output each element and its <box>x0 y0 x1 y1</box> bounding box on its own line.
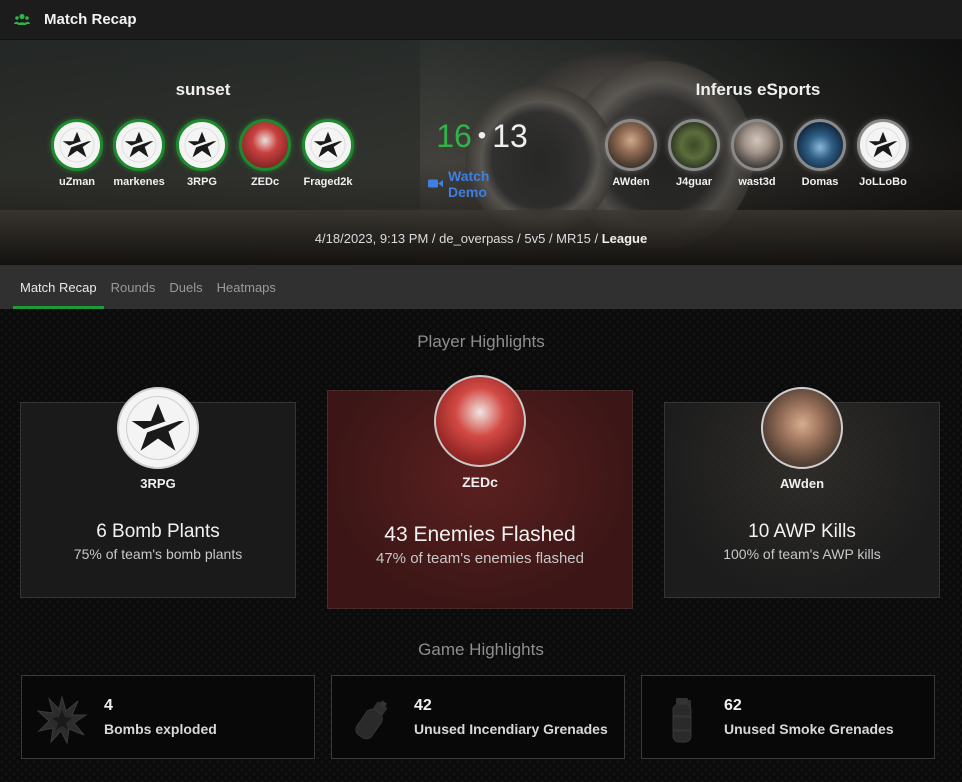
watch-demo-label: Watch Demo <box>448 168 490 200</box>
score-left: 16 <box>436 118 472 154</box>
tab-bar: Match Recap Rounds Duels Heatmaps <box>0 265 962 309</box>
game-highlight-smoke-grenades: 62 Unused Smoke Grenades <box>641 675 935 759</box>
highlight-stat: 6 Bomb Plants <box>96 521 220 542</box>
users-icon <box>14 12 30 28</box>
player-card[interactable]: ZEDc <box>234 119 296 188</box>
team-right-name[interactable]: Inferus eSports <box>638 80 878 100</box>
star-logo-icon <box>121 127 157 163</box>
game-highlights-title: Game Highlights <box>418 640 544 659</box>
highlight-stat: 43 Enemies Flashed <box>384 523 576 546</box>
incendiary-grenade-icon <box>346 694 398 746</box>
player-card[interactable]: AWden <box>600 119 662 188</box>
tab-match-recap[interactable]: Match Recap <box>13 265 104 309</box>
player-card[interactable]: JoLLoBo <box>852 119 914 188</box>
tab-duels[interactable]: Duels <box>162 265 209 309</box>
player-name: uZman <box>58 176 96 188</box>
window-title: Match Recap <box>44 11 137 28</box>
player-name: 3RPG <box>187 176 217 188</box>
match-meta-text: 4/18/2023, 9:13 PM / de_overpass / 5v5 /… <box>314 231 602 246</box>
player-name: ZEDc <box>250 176 280 188</box>
star-logo-icon <box>865 127 901 163</box>
game-highlight-value: 62 <box>724 697 742 714</box>
player-name: wast3d <box>738 176 776 188</box>
avatar <box>794 119 846 171</box>
player-card[interactable]: wast3d <box>726 119 788 188</box>
player-name: Domas <box>801 176 839 188</box>
avatar <box>761 387 843 469</box>
player-card[interactable]: markenes <box>108 119 170 188</box>
avatar <box>117 387 199 469</box>
avatar <box>51 119 103 171</box>
avatar <box>857 119 909 171</box>
highlight-stat: 10 AWP Kills <box>748 521 856 542</box>
score-right: 13 <box>492 118 528 154</box>
avatar <box>668 119 720 171</box>
watch-demo-link[interactable]: Watch Demo <box>428 168 532 200</box>
game-highlight-label: Unused Incendiary Grenades <box>414 721 608 737</box>
player-name: JoLLoBo <box>859 176 907 188</box>
player-card[interactable]: 3RPG <box>171 119 233 188</box>
star-logo-icon <box>125 395 191 461</box>
avatar <box>176 119 228 171</box>
avatar <box>434 375 526 467</box>
highlight-detail: 75% of team's bomb plants <box>73 546 243 562</box>
highlight-player-name: 3RPG <box>140 476 176 491</box>
title-bar: Match Recap <box>0 0 962 40</box>
match-meta: 4/18/2023, 9:13 PM / de_overpass / 5v5 /… <box>0 231 962 246</box>
star-logo-icon <box>310 127 346 163</box>
explosion-icon <box>36 694 88 746</box>
avatar <box>302 119 354 171</box>
player-card[interactable]: uZman <box>46 119 108 188</box>
star-logo-icon <box>59 127 95 163</box>
player-card[interactable]: Fraged2k <box>297 119 359 188</box>
avatar <box>731 119 783 171</box>
game-highlight-value: 4 <box>104 697 113 714</box>
avatar <box>605 119 657 171</box>
team-left-name[interactable]: sunset <box>83 80 323 100</box>
match-header-banner: sunset Inferus eSports uZman markenes 3R… <box>0 40 962 265</box>
tab-heatmaps[interactable]: Heatmaps <box>210 265 283 309</box>
game-highlight-label: Unused Smoke Grenades <box>724 721 894 737</box>
player-highlights-title: Player Highlights <box>417 332 545 351</box>
match-type: League <box>601 231 648 246</box>
tab-rounds[interactable]: Rounds <box>104 265 163 309</box>
player-name: J4guar <box>675 176 713 188</box>
highlight-card-awp-kills[interactable]: AWden 10 AWP Kills 100% of team's AWP ki… <box>664 387 940 598</box>
game-highlight-value: 42 <box>414 697 432 714</box>
highlight-card-bomb-plants[interactable]: 3RPG 6 Bomb Plants 75% of team's bomb pl… <box>20 387 296 598</box>
player-name: AWden <box>612 176 650 188</box>
game-highlight-label: Bombs exploded <box>104 721 217 737</box>
highlight-card-enemies-flashed[interactable]: ZEDc 43 Enemies Flashed 47% of team's en… <box>327 375 633 609</box>
player-card[interactable]: J4guar <box>663 119 725 188</box>
smoke-grenade-icon <box>656 694 708 746</box>
highlight-player-name: AWden <box>779 476 825 491</box>
avatar <box>239 119 291 171</box>
game-highlight-bombs-exploded: 4 Bombs exploded <box>21 675 315 759</box>
player-name: markenes <box>113 176 165 188</box>
score-separator: • <box>477 122 487 149</box>
highlight-detail: 100% of team's AWP kills <box>723 546 881 562</box>
avatar <box>113 119 165 171</box>
star-logo-icon <box>184 127 220 163</box>
highlight-player-name: ZEDc <box>462 474 498 490</box>
match-score: 16 • 13 <box>424 118 540 155</box>
video-camera-icon <box>428 176 443 192</box>
highlight-detail: 47% of team's enemies flashed <box>376 550 584 567</box>
player-card[interactable]: Domas <box>789 119 851 188</box>
game-highlight-incendiary-grenades: 42 Unused Incendiary Grenades <box>331 675 625 759</box>
player-name: Fraged2k <box>303 176 353 188</box>
